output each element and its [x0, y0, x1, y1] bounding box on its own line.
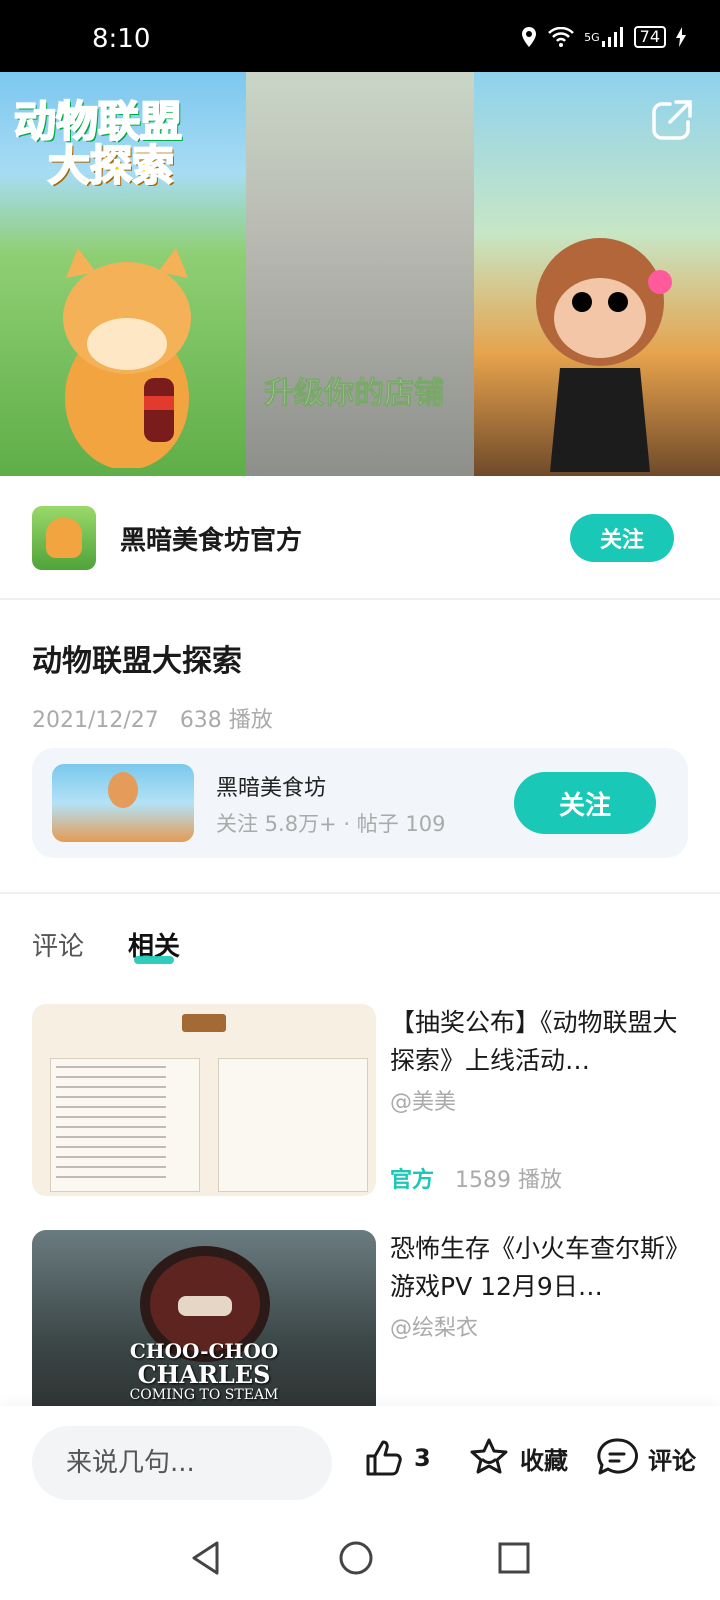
battery-level: 74: [639, 27, 660, 46]
share-button[interactable]: [648, 96, 696, 144]
related-title: 【抽奖公布】《动物联盟大探索》上线活动…: [390, 1008, 678, 1075]
share-icon: [652, 100, 692, 140]
favorite-label: 收藏: [520, 1446, 568, 1475]
like-count: 3: [414, 1444, 431, 1472]
comment-input[interactable]: [32, 1426, 332, 1500]
status-icons: 5G 74: [520, 26, 686, 48]
nav-home-button[interactable]: [336, 1538, 376, 1578]
video-meta: 2021/12/27 638 播放: [32, 702, 273, 734]
related-author: @美美: [390, 1090, 457, 1115]
like-button[interactable]: 3: [362, 1436, 431, 1480]
status-time: 8:10: [92, 24, 151, 54]
related-title: 恐怖生存《小火车查尔斯》游戏PV 12月9日…: [390, 1234, 678, 1301]
monkey-illustration: [536, 238, 672, 472]
back-icon: [192, 1541, 219, 1575]
favorite-button[interactable]: 收藏: [466, 1436, 568, 1480]
thumb-spider-graphic: [150, 1256, 260, 1352]
location-icon: [520, 26, 538, 48]
game-stats: 关注 5.8万+ · 帖子 109: [216, 812, 446, 836]
thumb-caption-line3: COMING TO STEAM: [129, 1387, 279, 1404]
recents-icon: [498, 1542, 530, 1574]
related-author: @绘梨衣: [390, 1316, 479, 1341]
thumb-caption-line1: CHOO-CHOO: [129, 1339, 279, 1363]
thumb-list-lines: [56, 1066, 166, 1186]
network-type: 5G: [584, 30, 600, 44]
game-thumbnail-character: [108, 772, 138, 808]
star-icon: [470, 1438, 508, 1474]
game-logo-line1: 动物联盟: [13, 97, 183, 146]
game-name: 黑暗美食坊: [216, 776, 327, 801]
related-footer: 官方 1589 播放: [390, 1162, 562, 1194]
cover-panel-middle: [246, 72, 474, 476]
channel-row: 黑暗美食坊官方 关注: [0, 476, 720, 600]
comment-icon: [597, 1438, 638, 1475]
related-thumbnail: CHOO-CHOO CHARLES COMING TO STEAM: [32, 1230, 376, 1422]
related-thumbnail: [32, 1004, 376, 1196]
battery-icon: 74: [633, 26, 666, 48]
avatar-cat: [46, 518, 82, 558]
nav-back-button[interactable]: [186, 1538, 226, 1578]
related-item[interactable]: 【抽奖公布】《动物联盟大探索》上线活动… @美美 官方 1589 播放: [32, 1004, 688, 1204]
channel-name[interactable]: 黑暗美食坊官方: [120, 520, 302, 557]
charging-icon: [676, 27, 686, 47]
system-nav-bar: [0, 1518, 720, 1600]
video-title: 动物联盟大探索: [32, 644, 242, 679]
video-cover[interactable]: 动物联盟 大探索 升级你的店铺: [0, 72, 720, 476]
thumb-panel-right: [218, 1058, 368, 1192]
cover-caption: 升级你的店铺: [264, 376, 445, 412]
cat-illustration: [63, 248, 191, 468]
thumb-caption: CHOO-CHOO CHARLES COMING TO STEAM: [32, 1340, 376, 1404]
tab-active-indicator: [134, 956, 174, 964]
related-plays: 1589 播放: [455, 1168, 562, 1193]
home-icon: [339, 1541, 373, 1575]
bottom-action-bar: 3 收藏 评论: [0, 1406, 720, 1518]
thumb-caption-line2: CHARLES: [137, 1360, 271, 1389]
video-plays: 638 播放: [179, 708, 273, 733]
channel-avatar[interactable]: [32, 506, 96, 570]
related-item[interactable]: CHOO-CHOO CHARLES COMING TO STEAM 恐怖生存《小…: [32, 1230, 688, 1422]
game-card[interactable]: 黑暗美食坊 关注 5.8万+ · 帖子 109 关注: [32, 748, 688, 858]
follow-channel-button[interactable]: 关注: [570, 514, 674, 562]
game-logo: 动物联盟 大探索: [13, 97, 183, 191]
game-thumbnail: [52, 764, 194, 842]
status-bar: 8:10 5G 74: [0, 0, 720, 72]
game-logo-line2: 大探索: [47, 141, 175, 191]
tab-comments[interactable]: 评论: [32, 926, 84, 963]
section-divider: [0, 892, 720, 894]
thumb-button-graphic: [182, 1014, 226, 1032]
comment-button[interactable]: 评论: [596, 1436, 696, 1480]
comment-label: 评论: [648, 1446, 696, 1475]
video-date: 2021/12/27: [32, 708, 159, 733]
wifi-icon: [548, 27, 574, 47]
official-badge: 官方: [390, 1168, 435, 1193]
nav-recents-button[interactable]: [494, 1538, 534, 1578]
follow-game-button[interactable]: 关注: [514, 772, 656, 834]
signal-icon: 5G: [584, 27, 624, 47]
thumbs-up-icon: [366, 1440, 402, 1476]
